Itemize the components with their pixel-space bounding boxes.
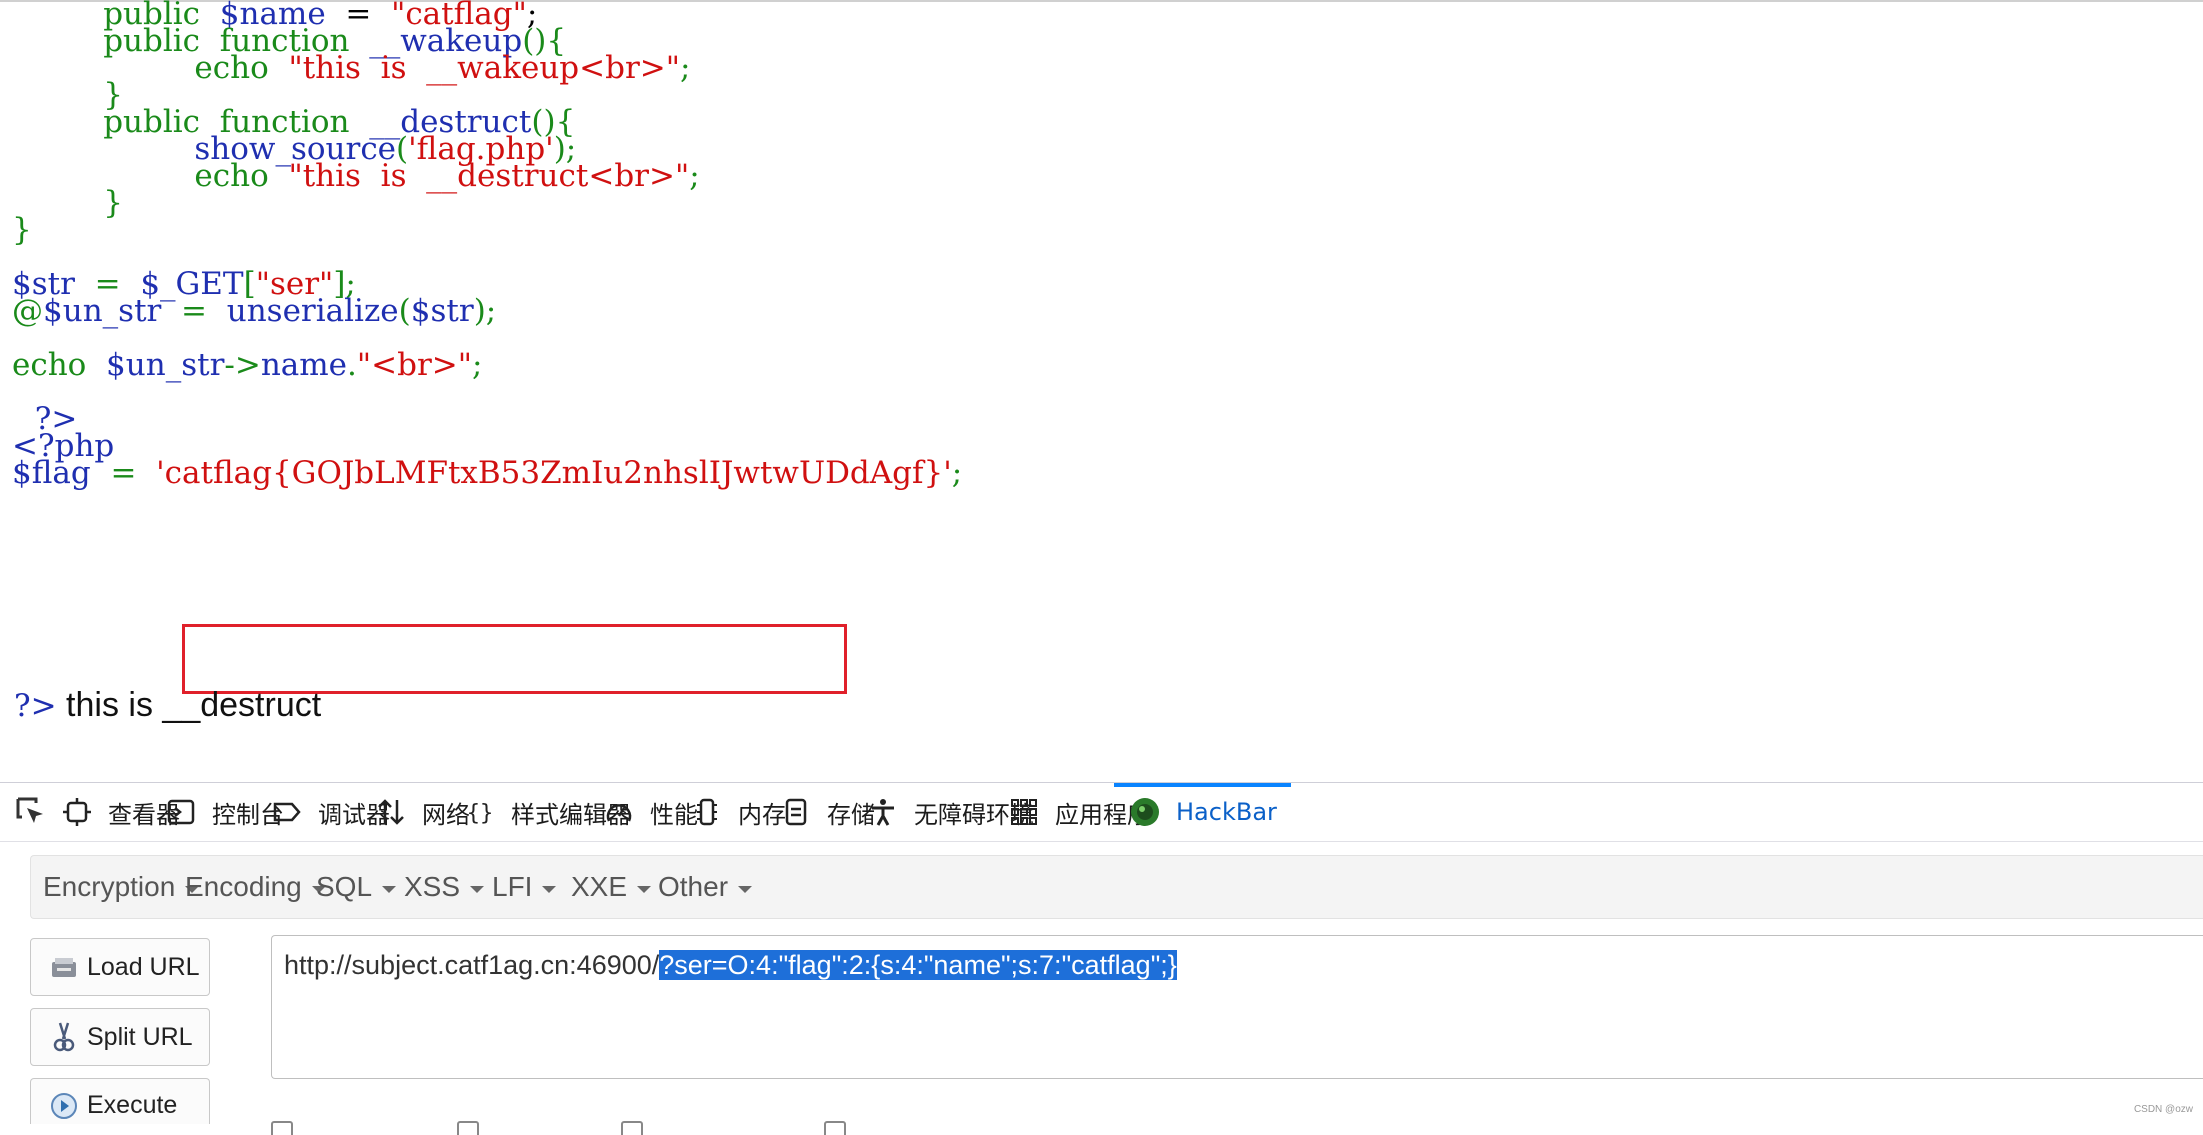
- tab-network[interactable]: 网络: [374, 783, 470, 841]
- code-line: $flag = 'catflag{GOJbLMFtxB53ZmIu2nhslIJ…: [12, 454, 962, 492]
- code-line: @$un_str = unserialize($str);: [12, 292, 496, 330]
- code-line: }: [12, 211, 32, 249]
- tab-performance[interactable]: 性能: [602, 783, 698, 841]
- menu-sql[interactable]: SQL: [316, 856, 397, 918]
- url-selected-query: ?ser=O:4:"flag":2:{s:4:"name";s:7:"catfl…: [659, 950, 1177, 980]
- chevron-down-icon: [470, 885, 485, 893]
- execute-button[interactable]: Execute: [30, 1078, 210, 1124]
- code-token: );: [473, 293, 497, 329]
- code-token: echo: [12, 347, 107, 383]
- code-token: "<br>": [356, 347, 473, 383]
- user-agent-checkbox[interactable]: [621, 1121, 643, 1135]
- tab-debugger[interactable]: 调试器: [270, 783, 390, 841]
- tab-console[interactable]: 控制台: [164, 783, 284, 841]
- code-token: ;: [680, 50, 691, 86]
- destruct-output-text: this is __destruct: [56, 686, 322, 724]
- chevron-down-icon: [382, 885, 397, 893]
- hackbar-icon: [1128, 795, 1162, 829]
- tab-memory[interactable]: 内存: [690, 783, 786, 841]
- console-icon: [164, 795, 198, 829]
- code-token: echo: [194, 158, 289, 194]
- menu-lfi[interactable]: LFI: [492, 856, 557, 918]
- network-icon: [374, 795, 408, 829]
- code-token: $un_str: [106, 347, 225, 383]
- options-row: [271, 1115, 1171, 1135]
- cookies-checkbox[interactable]: [824, 1121, 846, 1135]
- code-token: $un_str: [43, 293, 182, 329]
- execute-icon: [49, 1091, 79, 1121]
- debugger-icon: [270, 795, 304, 829]
- menu-other[interactable]: Other: [658, 856, 753, 918]
- devtools-panel: 查看器 控制台 调试器 网络{} 样式编辑器 性能 内存 存储 无障碍环境 应用程序 HackBar…: [0, 782, 2203, 1135]
- url-base-text: http://subject.catf1ag.cn:46900/: [284, 950, 660, 980]
- tab-hackbar[interactable]: HackBar: [1114, 783, 1291, 841]
- url-textarea[interactable]: http://subject.catf1ag.cn:46900/?ser=O:4…: [271, 935, 2203, 1079]
- code-line: }: [103, 184, 123, 222]
- code-token: }: [103, 185, 123, 221]
- chevron-down-icon: [542, 885, 557, 893]
- code-token: (: [398, 293, 411, 329]
- code-token: ->: [224, 347, 261, 383]
- code-token: ;: [689, 158, 700, 194]
- chevron-down-icon: [637, 885, 652, 893]
- storage-icon: [779, 795, 813, 829]
- svg-text:{}: {}: [467, 801, 494, 826]
- load-url-button[interactable]: Load URL: [30, 938, 210, 996]
- menu-xss[interactable]: XSS: [404, 856, 485, 918]
- devtools-tabbar: 查看器 控制台 调试器 网络{} 样式编辑器 性能 内存 存储 无障碍环境 应用程序 HackBar: [0, 783, 2203, 842]
- code-token: unserialize: [226, 293, 399, 329]
- code-token: "this is __destruct<br>": [288, 158, 690, 194]
- code-token: @: [12, 293, 43, 329]
- code-token: $str: [410, 293, 474, 329]
- flag-highlight-box: [182, 624, 847, 694]
- code-token: }: [12, 212, 32, 248]
- code-token: =: [110, 455, 157, 491]
- referrer-checkbox[interactable]: [457, 1121, 479, 1135]
- menu-xxe[interactable]: XXE: [571, 856, 652, 918]
- element-picker-icon[interactable]: [14, 795, 48, 829]
- watermark: CSDN @ozw: [2133, 1104, 2193, 1115]
- tab-storage[interactable]: 存储: [779, 783, 875, 841]
- code-line: echo "this is __wakeup<br>";: [194, 49, 690, 87]
- chevron-down-icon: [738, 885, 753, 893]
- memory-icon: [690, 795, 724, 829]
- code-token: $flag: [12, 455, 111, 491]
- code-token: name: [260, 347, 348, 383]
- accessibility-icon: [866, 795, 900, 829]
- application-icon: [1007, 795, 1041, 829]
- load-url-icon: [49, 952, 79, 982]
- style-editor-icon: {}: [463, 795, 497, 829]
- tab-label: HackBar: [1176, 798, 1277, 826]
- scissors-icon: [49, 1022, 79, 1052]
- code-token: ;: [951, 455, 963, 491]
- code-token: =: [181, 293, 227, 329]
- post-data-checkbox[interactable]: [271, 1121, 293, 1135]
- menu-encryption[interactable]: Encryption: [43, 856, 200, 918]
- code-token: .: [347, 347, 357, 383]
- menu-encoding[interactable]: Encoding: [185, 856, 326, 918]
- hackbar-menubar: Encryption Encoding SQL XSS LFI XXE Othe…: [30, 855, 2203, 919]
- code-line: echo "this is __destruct<br>";: [194, 157, 699, 195]
- code-token: "this is __wakeup<br>": [288, 50, 681, 86]
- php-close-tag: ?>: [14, 688, 57, 724]
- inspector-icon: [60, 795, 94, 829]
- code-token: 'catflag{GOJbLMFtxB53ZmIu2nhslIJwtwUDdAg…: [156, 455, 952, 491]
- split-url-button[interactable]: Split URL: [30, 1008, 210, 1066]
- code-line: echo $un_str->name."<br>";: [12, 346, 483, 384]
- output-line: ?> this is __destruct: [14, 686, 321, 725]
- code-token: echo: [194, 50, 289, 86]
- tab-inspector[interactable]: 查看器: [60, 783, 180, 841]
- performance-icon: [602, 795, 636, 829]
- code-token: ;: [472, 347, 483, 383]
